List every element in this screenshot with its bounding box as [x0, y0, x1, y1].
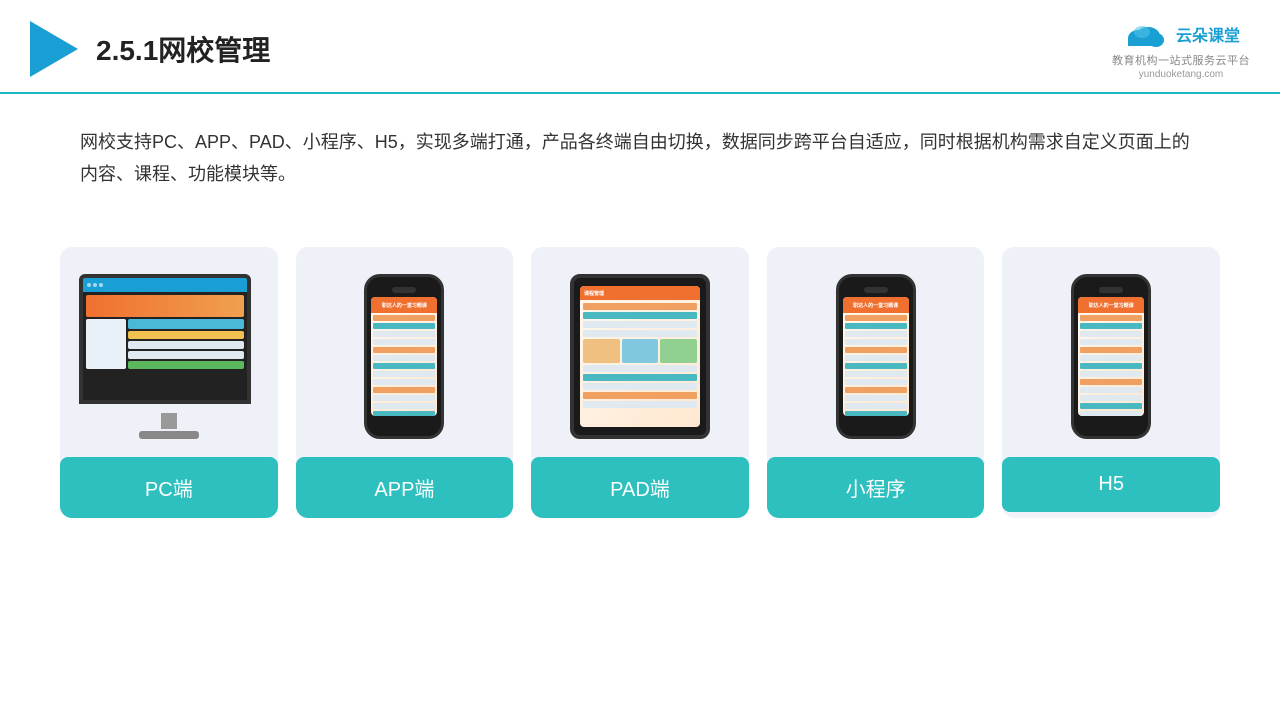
card-pad-image: 课程管理: [531, 247, 749, 457]
logo-triangle-icon: [30, 21, 78, 77]
card-h5-image: 职达人的一堂习题课: [1002, 247, 1220, 457]
cloud-logo-icon: [1122, 18, 1168, 50]
page-title: 2.5.1网校管理: [96, 29, 270, 69]
h5-device-icon: 职达人的一堂习题课: [1071, 274, 1151, 439]
card-pad: 课程管理: [531, 247, 749, 518]
mini-program-device-icon: 职达人的一堂习题课: [836, 274, 916, 439]
app-device-icon: 职达人的一堂习题课: [364, 274, 444, 439]
card-mini-label: 小程序: [767, 457, 985, 518]
pad-device-icon: 课程管理: [570, 274, 710, 439]
card-pc-label: PC端: [60, 457, 278, 518]
card-pc-image: [60, 247, 278, 457]
card-app: 职达人的一堂习题课: [296, 247, 514, 518]
brand-name: 云朵课堂: [1176, 22, 1240, 46]
description-text: 网校支持PC、APP、PAD、小程序、H5，实现多端打通，产品各终端自由切换，数…: [0, 94, 1280, 207]
card-app-image: 职达人的一堂习题课: [296, 247, 514, 457]
card-pad-label: PAD端: [531, 457, 749, 518]
platform-cards: PC端 职达人的一堂习题课: [0, 217, 1280, 548]
pc-device-icon: [79, 274, 259, 439]
card-mini-program: 职达人的一堂习题课: [767, 247, 985, 518]
brand-slogan: 教育机构一站式服务云平台: [1112, 52, 1250, 68]
card-h5: 职达人的一堂习题课: [1002, 247, 1220, 518]
card-pc: PC端: [60, 247, 278, 518]
card-app-label: APP端: [296, 457, 514, 518]
card-h5-label: H5: [1002, 457, 1220, 512]
header-left: 2.5.1网校管理: [30, 21, 270, 77]
header: 2.5.1网校管理 云朵课堂 教育机构一站式服务云平台 yunduoketang…: [0, 0, 1280, 94]
brand-area: 云朵课堂 教育机构一站式服务云平台 yunduoketang.com: [1112, 18, 1250, 80]
card-mini-image: 职达人的一堂习题课: [767, 247, 985, 457]
brand-url: yunduoketang.com: [1139, 69, 1224, 80]
brand-logo: 云朵课堂: [1122, 18, 1240, 50]
